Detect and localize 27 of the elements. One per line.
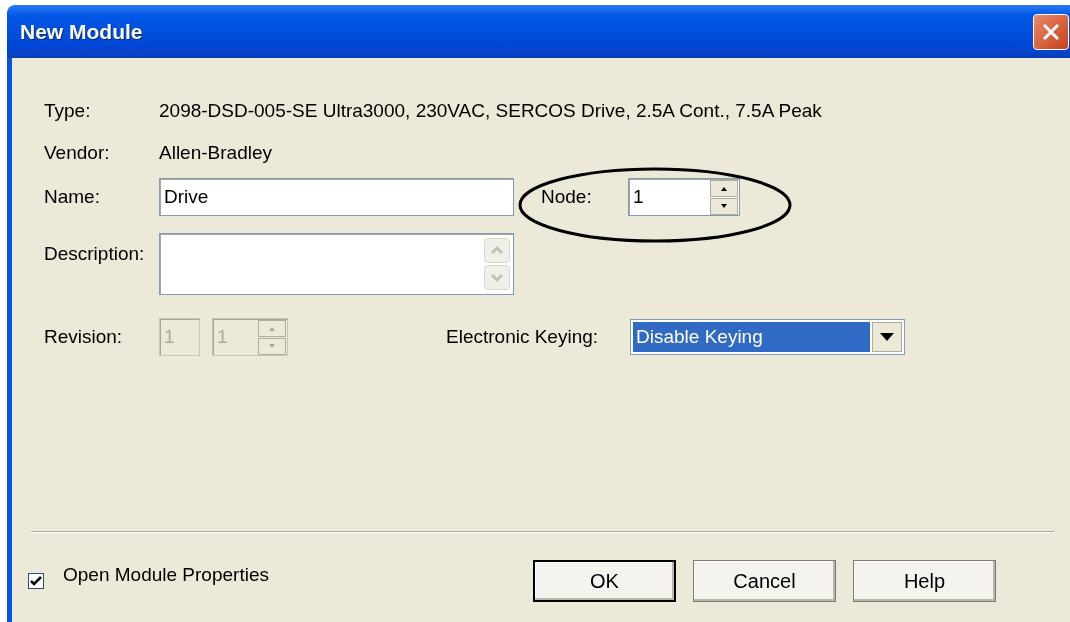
field-value: 2098-DSD-005-SE Ultra3000, 230VAC, SERCOS Drive, 2.5A Cont., 7.5A Peak bbox=[159, 100, 822, 122]
spin-down-button[interactable] bbox=[710, 197, 738, 215]
field-label: Description: bbox=[44, 243, 146, 265]
field-label: Name: bbox=[44, 186, 101, 208]
field-label: Type: bbox=[44, 100, 92, 122]
spin-up-button[interactable] bbox=[710, 179, 738, 197]
dropdown-value: Disable Keying bbox=[633, 322, 870, 352]
caret-icon bbox=[880, 333, 894, 341]
dialog-button[interactable]: Cancel bbox=[693, 560, 836, 602]
node-value: 1 bbox=[633, 186, 644, 208]
field-label: Revision: bbox=[44, 326, 124, 348]
node-spin-field[interactable]: 1 bbox=[628, 178, 740, 216]
field-value: Allen-Bradley bbox=[159, 142, 272, 164]
revision-minor-value: 1 bbox=[217, 326, 228, 348]
dropdown-arrow-button[interactable] bbox=[872, 322, 902, 352]
dialog-button[interactable]: Help bbox=[853, 560, 996, 602]
close-button[interactable] bbox=[1033, 13, 1069, 50]
checkbox[interactable] bbox=[28, 573, 44, 589]
keying-dropdown[interactable]: Disable Keying bbox=[630, 319, 905, 355]
checkbox-label[interactable]: Open Module Properties bbox=[63, 564, 533, 586]
field-label: Vendor: bbox=[44, 142, 111, 164]
dialog-button[interactable]: OK bbox=[533, 560, 676, 602]
field-label: Electronic Keying: bbox=[446, 326, 600, 348]
name-field[interactable]: Drive bbox=[159, 178, 514, 216]
close-icon bbox=[1042, 22, 1060, 41]
window-title: New Module bbox=[20, 19, 143, 44]
field-label: Node: bbox=[541, 186, 593, 208]
